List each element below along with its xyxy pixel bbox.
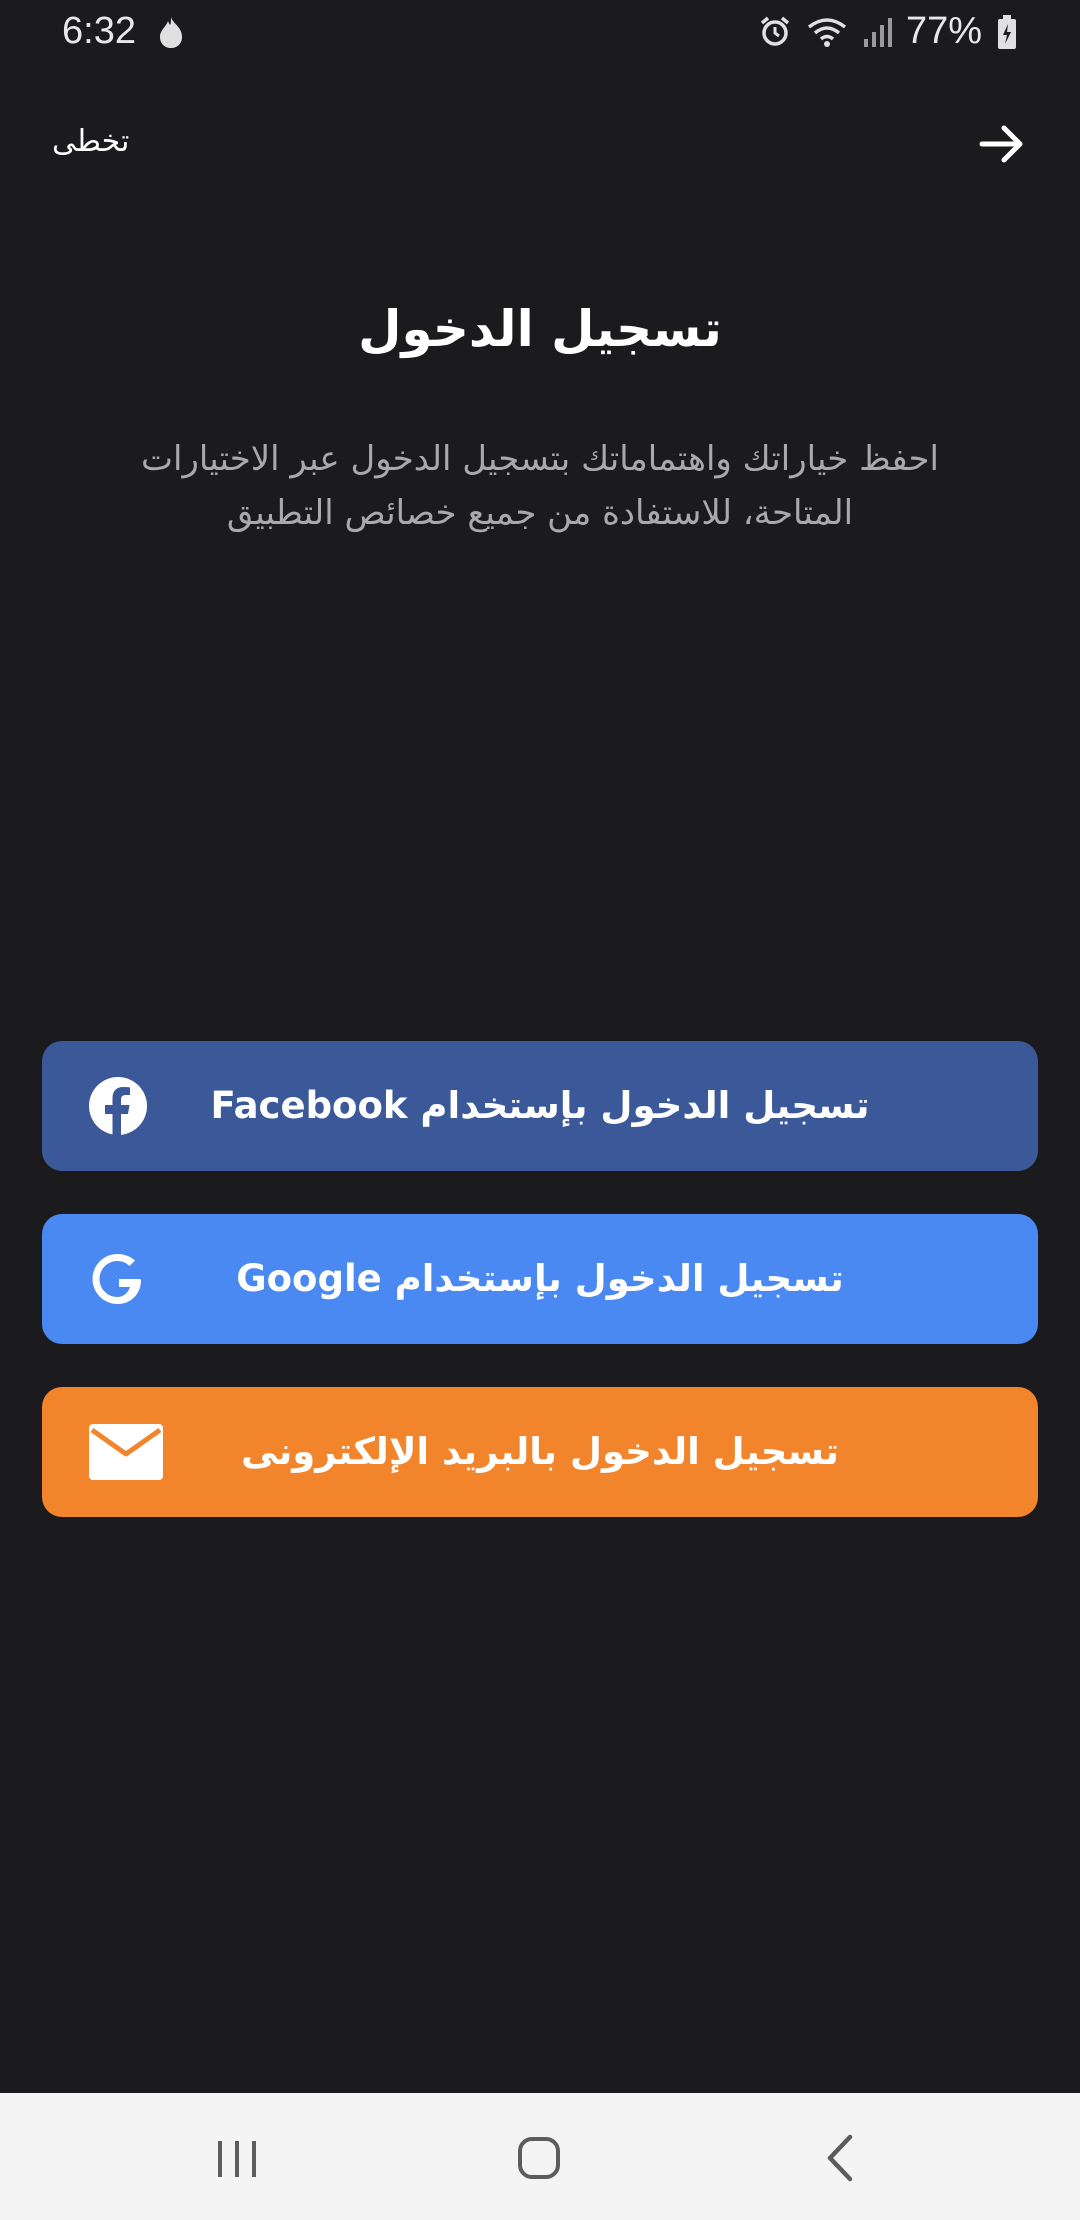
signal-icon: [863, 17, 892, 47]
status-icons: 77%: [758, 10, 1018, 53]
system-navigation-bar: [0, 2093, 1080, 2220]
alarm-icon: [760, 16, 790, 46]
battery-charging-icon: [998, 14, 1016, 49]
home-icon[interactable]: [504, 2123, 574, 2193]
wifi-icon: [807, 17, 847, 47]
email-login-label: تسجيل الدخول بالبريد الإلكترونى: [240, 1430, 840, 1473]
facebook-login-button[interactable]: تسجيل الدخول بإستخدام Facebook: [42, 1041, 1038, 1171]
recent-apps-icon[interactable]: [202, 2123, 272, 2193]
facebook-login-label: تسجيل الدخول بإستخدام Facebook: [210, 1084, 870, 1127]
email-login-button[interactable]: تسجيل الدخول بالبريد الإلكترونى: [42, 1387, 1038, 1517]
page-title: تسجيل الدخول: [358, 300, 722, 358]
flame-icon: [160, 17, 182, 48]
arrow-right-icon[interactable]: [974, 116, 1030, 172]
top-bar: تخطى: [0, 110, 1080, 190]
status-time: 6:32: [62, 10, 136, 52]
battery-percentage: 77%: [905, 10, 982, 52]
skip-button[interactable]: تخطى: [52, 124, 129, 159]
status-bar: 6:32 77%: [0, 0, 1080, 68]
page-subtitle: احفظ خياراتك واهتماماتك بتسجيل الدخول عب…: [140, 439, 940, 533]
google-login-label: تسجيل الدخول بإستخدام Google: [236, 1257, 844, 1300]
back-icon[interactable]: [806, 2123, 876, 2193]
google-login-button[interactable]: تسجيل الدخول بإستخدام Google: [42, 1214, 1038, 1344]
